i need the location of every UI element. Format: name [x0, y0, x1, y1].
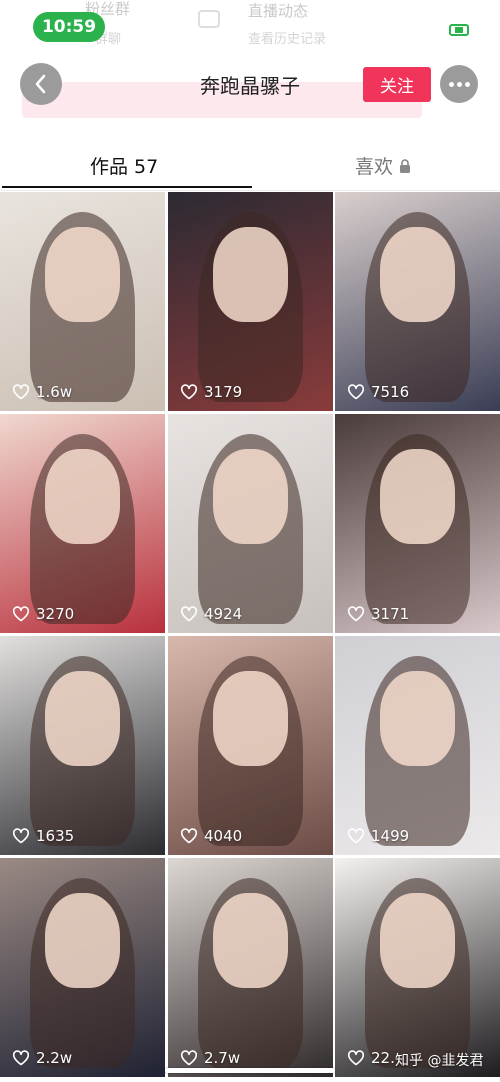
active-tab-indicator — [2, 186, 252, 188]
live-updates-sub: 查看历史记录 — [248, 32, 327, 47]
video-thumbnail — [168, 858, 333, 1077]
heart-icon — [180, 384, 198, 400]
video-tile[interactable]: 22. — [335, 858, 500, 1077]
profile-page: 粉丝群 群聊 直播动态 查看历史记录 10:59 奔跑晶骡子 关注 作品 57 … — [0, 0, 500, 1082]
battery-icon — [449, 24, 469, 36]
like-count: 3270 — [12, 605, 74, 623]
like-count: 1.6w — [12, 383, 72, 401]
profile-tabs: 作品 57 喜欢 — [0, 140, 500, 192]
like-count: 3179 — [180, 383, 242, 401]
video-tile[interactable]: 1499 — [335, 636, 500, 855]
video-tile[interactable]: 2.7w — [168, 858, 333, 1077]
like-count: 3171 — [347, 605, 409, 623]
like-count-label: 4924 — [204, 605, 243, 623]
tab-likes[interactable]: 喜欢 — [355, 152, 411, 179]
video-thumbnail — [0, 414, 165, 633]
like-count: 22. — [347, 1049, 395, 1067]
heart-icon — [180, 1050, 198, 1066]
video-thumbnail — [168, 636, 333, 855]
like-count-label: 22. — [371, 1049, 395, 1067]
heart-icon — [12, 828, 30, 844]
like-count-label: 3179 — [204, 383, 243, 401]
thumbnail-figure — [213, 893, 288, 988]
like-count-label: 1635 — [36, 827, 75, 845]
heart-icon — [180, 606, 198, 622]
dot-icon — [464, 81, 470, 87]
video-thumbnail — [0, 192, 165, 411]
video-tile[interactable]: 4924 — [168, 414, 333, 633]
like-count: 4040 — [180, 827, 242, 845]
thumbnail-figure — [45, 893, 120, 988]
like-count-label: 2.2w — [36, 1049, 73, 1067]
heart-icon — [347, 384, 365, 400]
tab-likes-label: 喜欢 — [355, 156, 394, 178]
like-count-label: 2.7w — [204, 1049, 241, 1067]
like-count: 4924 — [180, 605, 242, 623]
thumbnail-figure — [45, 227, 120, 322]
thumbnail-figure — [380, 449, 455, 544]
thumbnail-figure — [213, 449, 288, 544]
watermark: 知乎 @韭发君 — [395, 1053, 484, 1069]
dot-icon — [448, 81, 454, 87]
like-count-label: 3171 — [371, 605, 410, 623]
heart-icon — [12, 1050, 30, 1066]
like-count: 1635 — [12, 827, 74, 845]
video-thumbnail — [0, 858, 165, 1077]
video-tile[interactable]: 1.6w — [0, 192, 165, 411]
video-tile[interactable]: 3179 — [168, 192, 333, 411]
thumbnail-figure — [380, 671, 455, 766]
follow-button[interactable]: 关注 — [363, 67, 431, 102]
like-count-label: 1.6w — [36, 383, 73, 401]
thumbnail-figure — [213, 671, 288, 766]
video-tile[interactable]: 1635 — [0, 636, 165, 855]
back-button[interactable] — [20, 63, 62, 105]
video-tile[interactable]: 3171 — [335, 414, 500, 633]
heart-icon — [347, 1050, 365, 1066]
chevron-left-icon — [35, 74, 46, 94]
divider — [0, 190, 500, 191]
heart-icon — [347, 606, 365, 622]
like-count-label: 1499 — [371, 827, 410, 845]
thumbnail-figure — [213, 227, 288, 322]
live-updates-label: 直播动态 — [248, 2, 309, 20]
status-time: 10:59 — [33, 12, 105, 42]
page-title: 奔跑晶骡子 — [200, 74, 300, 98]
more-button[interactable] — [440, 65, 478, 103]
video-tile[interactable]: 4040 — [168, 636, 333, 855]
lock-icon — [400, 158, 411, 173]
video-tile[interactable]: 7516 — [335, 192, 500, 411]
video-thumbnail — [335, 192, 500, 411]
dot-icon — [456, 81, 462, 87]
tv-icon — [198, 10, 220, 28]
video-thumbnail — [335, 858, 500, 1077]
like-count-label: 4040 — [204, 827, 243, 845]
video-tile[interactable]: 3270 — [0, 414, 165, 633]
like-count: 1499 — [347, 827, 409, 845]
video-thumbnail — [335, 636, 500, 855]
video-thumbnail — [168, 192, 333, 411]
thumbnail-figure — [380, 227, 455, 322]
heart-icon — [180, 828, 198, 844]
video-thumbnail — [335, 414, 500, 633]
video-thumbnail — [0, 636, 165, 855]
like-count-label: 3270 — [36, 605, 75, 623]
video-thumbnail — [168, 414, 333, 633]
thumbnail-figure — [380, 893, 455, 988]
like-count: 7516 — [347, 383, 409, 401]
thumbnail-figure — [45, 671, 120, 766]
heart-icon — [347, 828, 365, 844]
tab-works[interactable]: 作品 57 — [90, 152, 158, 179]
like-count: 2.2w — [12, 1049, 72, 1067]
like-count: 2.7w — [180, 1049, 240, 1067]
thumbnail-figure — [45, 449, 120, 544]
home-indicator[interactable] — [165, 1068, 335, 1073]
like-count-label: 7516 — [371, 383, 410, 401]
heart-icon — [12, 606, 30, 622]
video-tile[interactable]: 2.2w — [0, 858, 165, 1077]
heart-icon — [12, 384, 30, 400]
